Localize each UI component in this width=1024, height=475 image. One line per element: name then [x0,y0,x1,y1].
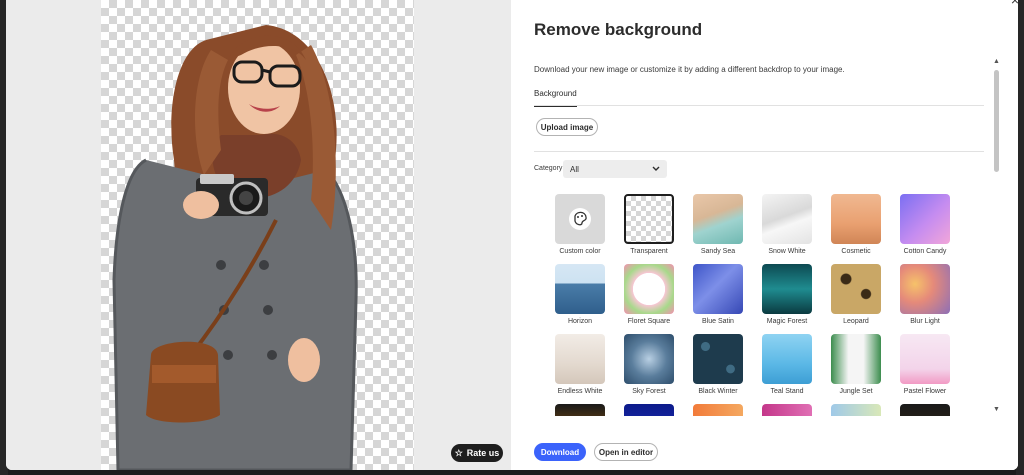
tile-swatch [900,404,950,416]
tile-swatch [624,334,674,384]
tile-swatch [762,194,812,244]
palette-icon [569,208,591,230]
panel-title: Remove background [534,20,703,39]
download-button[interactable]: Download [534,443,586,461]
category-select[interactable]: All [563,160,667,178]
tile-label: Cosmetic [841,248,871,255]
tile-label: Pastel Flower [903,388,947,395]
section-divider [534,151,984,152]
tile-swatch [555,194,605,244]
tile-label: Horizon [567,318,593,325]
tile-label: Magic Forest [766,318,808,325]
tile-swatch [624,404,674,416]
tile-label: Leopard [843,318,869,325]
scroll-up-arrow-icon[interactable]: ▲ [993,58,1000,65]
open-in-editor-button[interactable]: Open in editor [594,443,658,461]
tile-label: Teal Stand [770,388,804,395]
tile-swatch [831,194,881,244]
tile-label: Transparent [630,248,668,255]
tile-swatch [555,334,605,384]
tile-swatch [693,264,743,314]
scroll-thumb[interactable] [994,70,999,172]
category-label: Category [534,165,563,172]
remove-background-dialog: ☆ Rate us × Remove background Download y… [6,0,1018,470]
rate-us-button[interactable]: ☆ Rate us [451,444,503,462]
tile-label: Custom color [559,248,601,255]
tile-label: Sky Forest [632,388,666,395]
tile-swatch [900,334,950,384]
vertical-scrollbar[interactable]: ▲ ▼ [992,58,1002,414]
tile-label: Endless White [557,388,603,395]
tile-label: Sandy Sea [700,248,736,255]
tile-label: Blue Satin [702,318,734,325]
tile-swatch [693,334,743,384]
tile-swatch [762,334,812,384]
tile-swatch [762,404,812,416]
chevron-down-icon [652,166,660,171]
tile-label: Jungle Set [839,388,873,395]
upload-image-button[interactable]: Upload image [536,118,598,136]
tile-label: Blur Light [910,318,940,325]
tile-swatch [900,194,950,244]
panel-description: Download your new image or customize it … [534,65,845,74]
tile-label: Snow White [768,248,806,255]
tile-swatch [555,264,605,314]
tile-swatch [555,404,605,416]
rate-us-label: Rate us [466,448,500,458]
tile-swatch [762,264,812,314]
scroll-down-arrow-icon[interactable]: ▼ [993,406,1000,413]
tile-label: Black Winter [698,388,738,395]
panel-footer: Download Open in editor [511,430,1018,470]
cutout-subject-image [112,25,358,470]
tile-swatch [693,194,743,244]
star-icon: ☆ [454,447,463,458]
tile-swatch [693,404,743,416]
tile-swatch [831,404,881,416]
tab-divider [534,105,984,106]
tile-label: Floret Square [627,318,671,325]
tile-swatch [624,264,674,314]
image-preview-pane: ☆ Rate us [6,0,511,470]
tile-swatch [624,194,674,244]
tile-swatch [831,334,881,384]
category-value: All [570,164,579,174]
tile-label: Cotton Candy [903,248,947,255]
tile-swatch [900,264,950,314]
close-icon[interactable]: × [1006,0,1018,10]
options-scroll-area[interactable]: Download your new image or customize it … [511,54,996,416]
tile-swatch [831,264,881,314]
background-options-panel: × Remove background Download your new im… [511,0,1018,470]
